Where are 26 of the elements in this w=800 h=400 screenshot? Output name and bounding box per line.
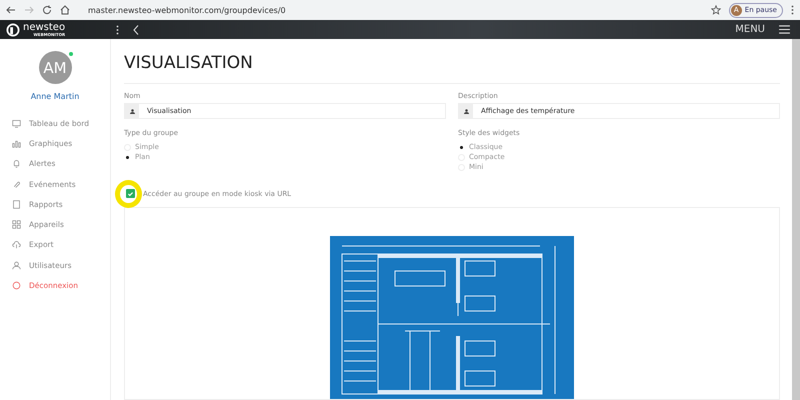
user-icon <box>12 260 21 270</box>
user-icon <box>130 108 134 114</box>
logo-icon <box>6 22 20 36</box>
star-icon[interactable] <box>710 5 721 15</box>
highlight-circle <box>115 180 142 208</box>
cloud-icon <box>12 240 21 250</box>
reload-icon[interactable] <box>42 5 52 15</box>
avatar: AM <box>38 51 72 84</box>
bell-icon <box>12 159 21 168</box>
home-icon[interactable] <box>60 5 70 15</box>
grid-icon <box>12 220 21 230</box>
chart-icon <box>12 138 21 148</box>
back-icon[interactable] <box>6 5 16 15</box>
more-icon[interactable] <box>116 24 119 34</box>
address-bar[interactable]: master.newsteo-webmonitor.com/groupdevices/0 <box>88 6 286 14</box>
more-icon[interactable] <box>791 5 794 15</box>
document-icon <box>12 200 21 209</box>
scrollbar[interactable] <box>792 39 800 400</box>
menu-button[interactable]: MENU <box>735 24 765 35</box>
user-name[interactable]: Anne Martin <box>0 92 110 101</box>
page-title: VISUALISATION <box>124 53 780 84</box>
user-icon <box>464 108 468 114</box>
monitor-icon <box>12 118 21 128</box>
menu-icon[interactable] <box>779 25 790 34</box>
logo-text: newsteo <box>23 22 66 32</box>
checkbox[interactable] <box>126 189 135 198</box>
